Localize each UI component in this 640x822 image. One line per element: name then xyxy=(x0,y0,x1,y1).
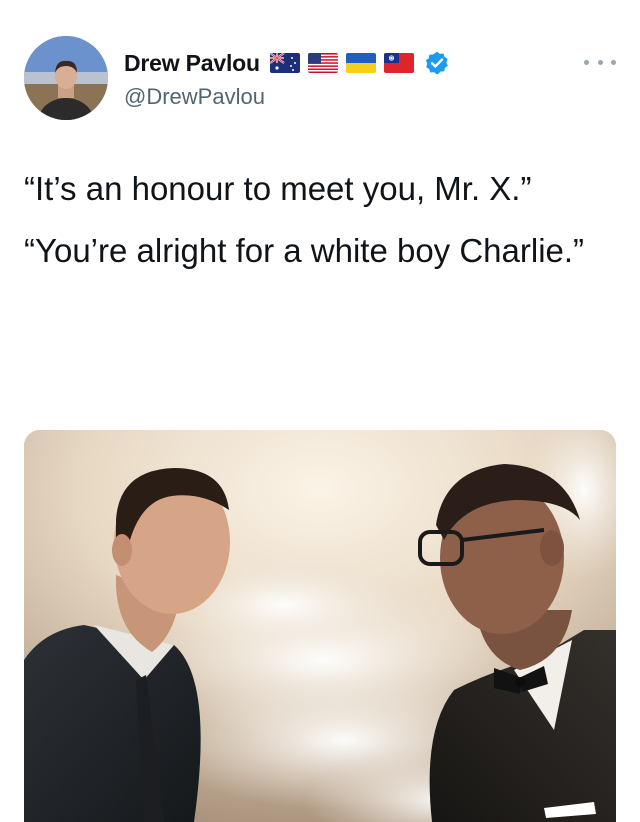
author-name-row: Drew Pavlou xyxy=(124,48,450,78)
tweet-text: “It’s an honour to meet you, Mr. X.” “Yo… xyxy=(24,166,614,290)
ukraine-flag-icon xyxy=(345,53,376,73)
dot xyxy=(597,59,603,65)
dot xyxy=(611,59,616,65)
photo-two-men-in-clouds xyxy=(24,430,616,822)
tweet-media-image[interactable] xyxy=(24,430,616,822)
usa-flag-icon xyxy=(307,53,338,73)
australia-flag-icon xyxy=(269,53,300,73)
dot xyxy=(584,59,589,65)
avatar[interactable] xyxy=(24,36,108,120)
tweet-header: Drew Pavlou @DrewPavlou xyxy=(24,36,624,120)
display-name[interactable]: Drew Pavlou xyxy=(124,50,260,77)
verified-badge-icon xyxy=(425,51,448,75)
tweet-line: “You’re alright for a white boy Charlie.… xyxy=(24,232,585,269)
tweet-line: “It’s an honour to meet you, Mr. X.” xyxy=(24,170,532,207)
more-options-icon[interactable] xyxy=(584,54,616,70)
author-handle[interactable]: @DrewPavlou xyxy=(124,84,265,110)
flag-list xyxy=(269,53,422,73)
taiwan-flag-icon xyxy=(383,53,414,73)
